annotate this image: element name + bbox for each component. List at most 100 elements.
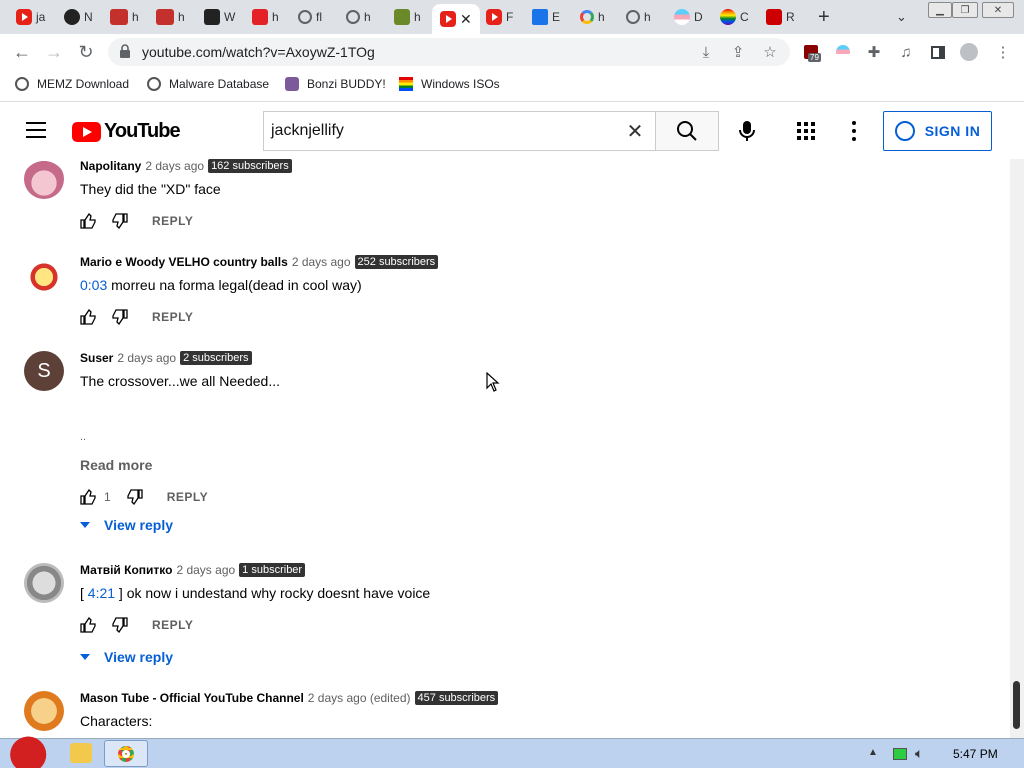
tab-16[interactable]: C (720, 6, 749, 28)
extensions-puzzle-icon[interactable]: ✚ (865, 43, 883, 61)
tray-battery-icon[interactable] (893, 748, 907, 760)
youtube-logo[interactable]: YouTube (72, 120, 181, 143)
menu-hamburger-icon[interactable] (26, 122, 46, 138)
comment-time[interactable]: 2 days ago (145, 159, 204, 173)
taskbar-explorer-icon[interactable] (70, 743, 92, 763)
tab-15[interactable]: D (674, 6, 703, 28)
sign-in-button[interactable]: SIGN IN (883, 111, 992, 151)
comment-author[interactable]: Матвій Копитко (80, 563, 172, 577)
tab-7[interactable]: fl (298, 6, 322, 28)
tab-active[interactable]: ✕ (432, 4, 480, 34)
taskbar-clock[interactable]: 5:47 PM (953, 747, 998, 761)
avatar[interactable] (24, 691, 64, 731)
tray-volume-icon[interactable]: 🔈︎ (915, 745, 923, 762)
extension-adblock-icon[interactable]: 79 (802, 43, 821, 62)
trans-flag-icon (674, 9, 690, 25)
settings-more-icon[interactable] (852, 121, 856, 145)
reply-button[interactable]: REPLY (152, 214, 193, 228)
comment-time[interactable]: 2 days ago (117, 351, 176, 365)
dislike-icon[interactable] (112, 617, 128, 634)
start-button-angry-bird-icon[interactable] (4, 733, 48, 768)
forward-arrow-icon[interactable]: → (42, 40, 66, 64)
tab-5[interactable]: W (204, 6, 235, 28)
tab-3[interactable]: h (110, 6, 139, 28)
comment-author[interactable]: Napolitany (80, 159, 141, 173)
avatar[interactable] (24, 159, 64, 199)
tab-14[interactable]: h (626, 6, 651, 28)
reply-button[interactable]: REPLY (167, 490, 208, 504)
taskbar-chrome-button[interactable] (104, 740, 148, 767)
comment-author[interactable]: Mario e Woody VELHO country balls (80, 255, 288, 269)
comment-time[interactable]: 2 days ago (292, 255, 351, 269)
tray-up-arrow-icon[interactable]: ▲ (868, 747, 878, 758)
browser-menu-icon[interactable]: ⋮ (994, 43, 1012, 61)
reply-button[interactable]: REPLY (152, 310, 193, 324)
read-more-button[interactable]: Read more (80, 457, 152, 473)
search-input[interactable]: jacknjellify (264, 112, 615, 150)
back-arrow-icon[interactable]: ← (10, 40, 34, 64)
dislike-icon[interactable] (112, 213, 128, 230)
comment-text: The crossover...we all Needed... (80, 373, 280, 389)
like-icon[interactable] (80, 212, 96, 229)
like-icon[interactable] (80, 488, 96, 505)
comment-author[interactable]: Suser (80, 351, 113, 365)
address-bar[interactable]: youtube.com/watch?v=AxoywZ-1TOg (108, 38, 790, 66)
reply-button[interactable]: REPLY (152, 618, 193, 632)
tab-6[interactable]: h (252, 6, 279, 28)
reload-icon[interactable]: ↻ (74, 40, 98, 64)
side-panel-icon[interactable] (929, 43, 947, 61)
new-tab-button[interactable]: + (818, 6, 830, 28)
avatar[interactable] (24, 563, 64, 603)
expand-triangle-icon (80, 522, 90, 528)
dislike-icon[interactable] (112, 309, 128, 326)
tab-13[interactable]: h (580, 6, 605, 28)
bonzi-icon (285, 77, 299, 91)
lock-icon[interactable] (120, 44, 130, 58)
clear-search-icon[interactable]: ✕ (615, 112, 655, 150)
timestamp-link[interactable]: 0:03 (80, 277, 107, 293)
tab-2[interactable]: N (64, 6, 93, 28)
share-icon[interactable]: ⇪ (729, 43, 747, 61)
avatar[interactable] (24, 255, 64, 295)
avatar[interactable]: S (24, 351, 64, 391)
close-tab-icon[interactable]: ✕ (460, 11, 472, 28)
comment-time[interactable]: 2 days ago (176, 563, 235, 577)
expand-triangle-icon (80, 654, 90, 660)
bookmark-windows-isos[interactable]: Windows ISOs (399, 77, 500, 91)
restore-button[interactable]: ❐ (952, 2, 978, 18)
comment-text: Characters: (80, 713, 153, 729)
rainbow-icon (720, 9, 736, 25)
comment-author[interactable]: Mason Tube - Official YouTube Channel (80, 691, 304, 705)
tab-17[interactable]: R (766, 6, 795, 28)
install-icon[interactable]: ⤓ (697, 43, 715, 61)
tab-12[interactable]: E (532, 6, 560, 28)
tab-11[interactable]: F (486, 6, 513, 28)
bookmark-memz[interactable]: MEMZ Download (15, 77, 129, 91)
tab-8[interactable]: h (346, 6, 371, 28)
view-reply-button[interactable]: View reply (80, 649, 173, 665)
search-button[interactable] (655, 112, 718, 150)
tab-4[interactable]: h (156, 6, 185, 28)
close-window-button[interactable]: ✕ (982, 2, 1014, 18)
apps-grid-icon[interactable] (797, 122, 815, 140)
comment-time[interactable]: 2 days ago (edited) (308, 691, 411, 705)
dislike-icon[interactable] (127, 489, 143, 506)
minimize-button[interactable]: ▁ (928, 2, 952, 18)
bookmark-malware-database[interactable]: Malware Database (147, 77, 269, 91)
extension-trans-icon[interactable] (834, 43, 852, 61)
profile-avatar-icon[interactable] (960, 43, 978, 61)
tab-1[interactable]: ja (16, 6, 45, 28)
tab-search-chevron-icon[interactable]: ⌄ (896, 6, 907, 28)
media-control-icon[interactable]: ♫ (897, 43, 915, 61)
like-icon[interactable] (80, 616, 96, 633)
url-text[interactable]: youtube.com/watch?v=AxoywZ-1TOg (142, 44, 375, 60)
scrollbar-thumb[interactable] (1013, 681, 1020, 729)
bookmark-bonzi-buddy[interactable]: Bonzi BUDDY! (285, 77, 386, 91)
tab-9[interactable]: h (394, 6, 421, 28)
like-icon[interactable] (80, 308, 96, 325)
timestamp-link[interactable]: 4:21 (88, 585, 115, 601)
bookmark-star-icon[interactable]: ☆ (761, 43, 779, 61)
view-reply-button[interactable]: View reply (80, 517, 173, 533)
microphone-icon[interactable] (736, 119, 758, 143)
page-scrollbar[interactable] (1010, 159, 1024, 738)
